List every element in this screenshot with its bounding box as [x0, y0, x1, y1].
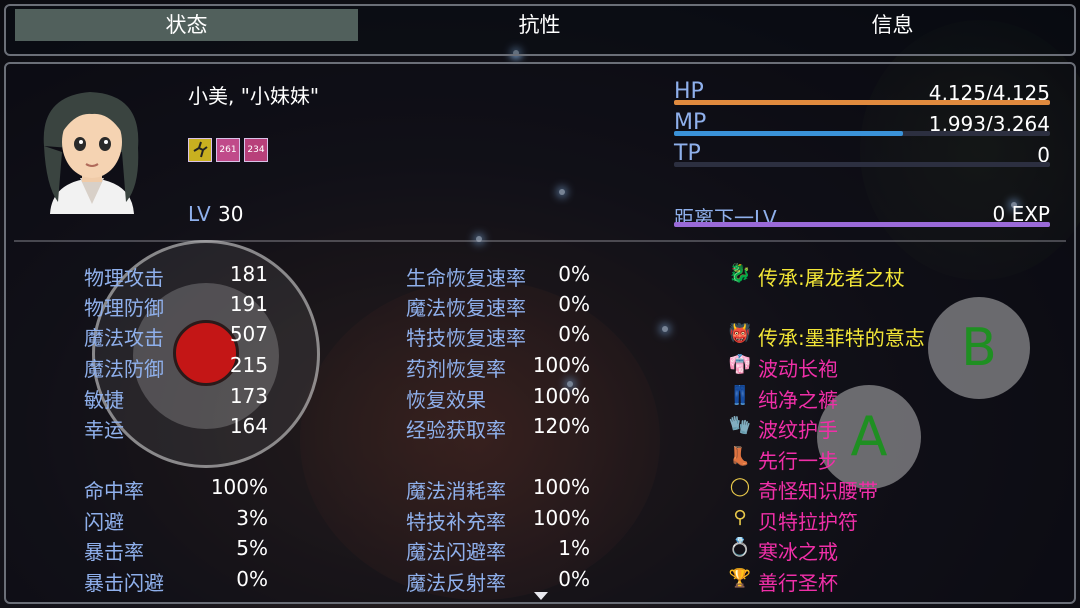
stat-value: 173	[229, 384, 268, 408]
stat-label: 暴击率	[84, 540, 144, 564]
virtual-b-button[interactable]: B	[928, 297, 1030, 399]
level-label: LV	[188, 202, 211, 226]
stat-value: 507	[229, 322, 268, 346]
rate-label: 特技恢复速率	[406, 326, 526, 350]
equip-slot-feet[interactable]: 先行一步	[758, 445, 838, 474]
rate-value: 0%	[558, 322, 590, 346]
tab-resistance[interactable]: 抗性	[368, 9, 711, 41]
rate-value: 100%	[532, 384, 590, 408]
equip-slot-head[interactable]: 传承:墨菲特的意志	[758, 322, 925, 351]
stat-label: 命中率	[84, 479, 144, 503]
tab-status[interactable]: 状态	[15, 9, 358, 41]
stat-value: 164	[229, 414, 268, 438]
stat-label: 物理防御	[84, 296, 164, 320]
stat-label: 幸运	[84, 418, 124, 442]
actor-name: 小美, "小妹妹"	[188, 84, 320, 108]
actor-portrait	[30, 86, 154, 214]
glove-icon: 🧤	[728, 415, 752, 436]
boots-icon: 👢	[728, 446, 752, 467]
rate-label: 魔法消耗率	[406, 479, 506, 503]
equip-slot-amulet[interactable]: 贝特拉护符	[758, 506, 858, 535]
stat-value: 0%	[236, 567, 268, 591]
rate-label: 恢复效果	[406, 388, 486, 412]
stat-label: 物理攻击	[84, 266, 164, 290]
rate-label: 药剂恢复率	[406, 357, 506, 381]
dragon-staff-icon: 🐉	[728, 263, 752, 284]
equip-slot-legs[interactable]: 纯净之裤	[758, 384, 838, 413]
rate-value: 100%	[532, 506, 590, 530]
level-value: 30	[218, 202, 244, 226]
equip-slot-belt[interactable]: 奇怪知识腰带	[758, 475, 878, 504]
pants-icon: 👖	[728, 385, 752, 406]
stat-value: 100%	[210, 475, 268, 499]
helmet-icon: 👹	[728, 323, 752, 344]
rate-label: 魔法闪避率	[406, 540, 506, 564]
belt-icon: ◯	[729, 476, 751, 497]
stat-value: 181	[229, 262, 268, 286]
rate-label: 魔法反射率	[406, 571, 506, 595]
equip-slot-hands[interactable]: 波纹护手	[758, 414, 838, 443]
stat-label: 敏捷	[84, 388, 124, 412]
scroll-down-arrow-icon[interactable]	[534, 592, 548, 600]
buff-icon: 261	[216, 138, 240, 162]
hp-gauge-fill	[674, 100, 1050, 105]
rate-label: 生命恢复速率	[406, 266, 526, 290]
running-icon	[188, 138, 212, 162]
equip-slot-weapon[interactable]: 传承:屠龙者之杖	[758, 262, 905, 291]
stat-value: 3%	[236, 506, 268, 530]
rate-value: 120%	[532, 414, 590, 438]
rate-value: 1%	[558, 536, 590, 560]
tab-info[interactable]: 信息	[721, 9, 1064, 41]
chalice-icon: 🏆	[728, 568, 752, 589]
stat-label: 魔法攻击	[84, 326, 164, 350]
robe-icon: 👘	[728, 354, 752, 375]
stat-label: 闪避	[84, 510, 124, 534]
tp-gauge-track	[674, 162, 1050, 167]
rate-value: 100%	[532, 353, 590, 377]
ring-icon: 💍	[728, 537, 752, 558]
equip-slot-relic[interactable]: 善行圣杯	[758, 567, 838, 596]
equip-slot-ring[interactable]: 寒冰之戒	[758, 536, 838, 565]
equip-slot-body[interactable]: 波动长袍	[758, 353, 838, 382]
stat-value: 5%	[236, 536, 268, 560]
exp-gauge-fill	[674, 222, 1050, 227]
rate-label: 经验获取率	[406, 418, 506, 442]
rate-value: 0%	[558, 262, 590, 286]
rate-value: 100%	[532, 475, 590, 499]
rate-label: 特技补充率	[406, 510, 506, 534]
stat-value: 215	[229, 353, 268, 377]
amulet-icon: ⚲	[733, 507, 747, 528]
buff-icon: 234	[244, 138, 268, 162]
stat-label: 魔法防御	[84, 357, 164, 381]
rate-value: 0%	[558, 292, 590, 316]
rate-value: 0%	[558, 567, 590, 591]
stat-label: 暴击闪避	[84, 571, 164, 595]
section-divider	[14, 240, 1066, 242]
rate-label: 魔法恢复速率	[406, 296, 526, 320]
stat-value: 191	[229, 292, 268, 316]
mp-gauge-fill	[674, 131, 903, 136]
